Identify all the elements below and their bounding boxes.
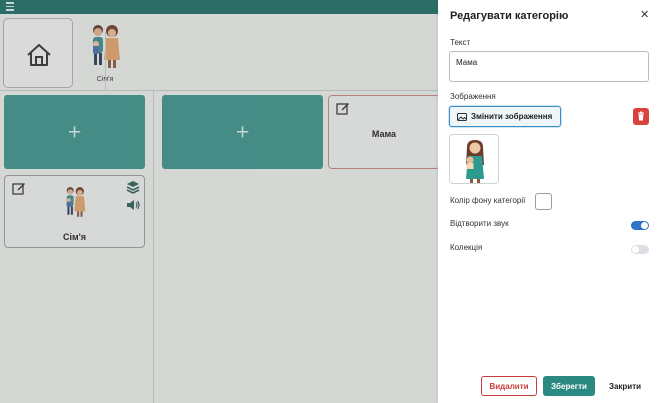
image-label: Зображення: [450, 92, 496, 101]
text-input[interactable]: Мама: [449, 51, 649, 82]
delete-image-button[interactable]: [633, 108, 649, 125]
trash-icon: [638, 111, 644, 121]
change-image-button[interactable]: Змінити зображення: [449, 106, 561, 127]
collection-toggle[interactable]: [631, 245, 649, 254]
image-preview: [449, 134, 499, 184]
modal-backdrop[interactable]: [0, 0, 438, 403]
close-icon[interactable]: ✕: [640, 8, 649, 21]
text-label: Текст: [450, 38, 471, 47]
change-image-label: Змінити зображення: [471, 112, 553, 121]
play-sound-toggle[interactable]: [631, 221, 649, 230]
mother-image: [466, 140, 484, 183]
play-sound-label: Відтворити звук: [450, 219, 509, 228]
close-button[interactable]: Закрити: [601, 376, 649, 396]
image-icon: [457, 112, 467, 121]
edit-category-panel: Редагувати категорію ✕ Текст Мама Зображ…: [438, 0, 660, 403]
collection-label: Колекція: [450, 243, 483, 252]
panel-title: Редагувати категорію: [450, 10, 569, 22]
delete-button[interactable]: Видалити: [481, 376, 537, 396]
save-button[interactable]: Зберегти: [543, 376, 595, 396]
bg-color-label: Колір фону категорії: [450, 196, 526, 205]
bg-color-picker[interactable]: [535, 193, 552, 210]
